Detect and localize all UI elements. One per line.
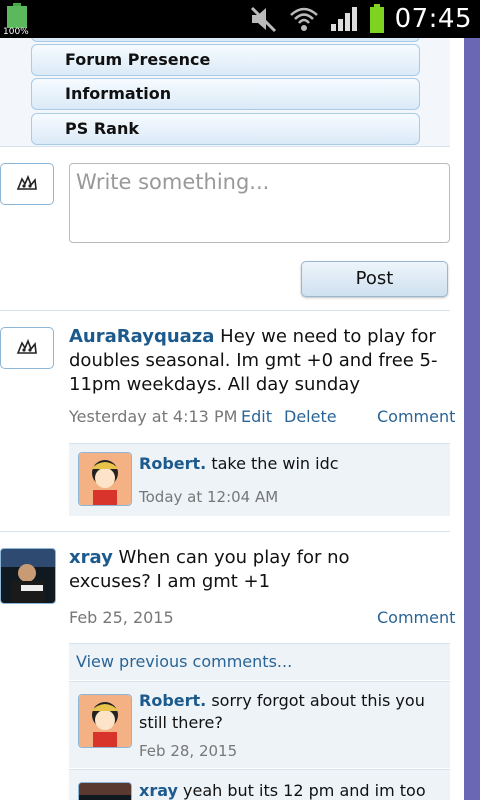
post-author[interactable]: xray [69, 547, 113, 568]
divider [0, 531, 450, 532]
divider [0, 310, 450, 311]
post-time: Yesterday at 4:13 PM [69, 407, 238, 426]
post-author-avatar[interactable] [0, 548, 56, 604]
reply-message: xray yeah but its 12 pm and im too tired [139, 780, 439, 800]
delete-link[interactable]: Delete [284, 407, 337, 426]
post-author-avatar[interactable] [0, 327, 54, 369]
reply: Robert. sorry forgot about this you stil… [69, 681, 450, 768]
edit-link[interactable]: Edit [241, 407, 272, 426]
post-message: xray When can you play for no excuses? I… [69, 546, 429, 594]
menu-item-ps-rank[interactable]: PS Rank [31, 113, 420, 145]
post-time: Feb 25, 2015 [69, 608, 174, 627]
post-message: AuraRayquaza Hey we need to play for dou… [69, 325, 451, 397]
comment-link[interactable]: Comment [377, 407, 455, 426]
photo-avatar-icon [1, 549, 55, 603]
status-icons: 07:45 [249, 2, 472, 36]
charging-battery-icon [369, 4, 384, 33]
reply-author[interactable]: Robert. [139, 691, 206, 710]
menu-item-previous[interactable] [31, 38, 420, 42]
reply-message: Robert. sorry forgot about this you stil… [139, 690, 439, 734]
reply-message: Robert. take the win idc [139, 453, 339, 475]
anime-avatar-icon [79, 695, 131, 747]
signal-icon [330, 7, 357, 31]
content: Forum Presence Information PS Rank Post … [0, 38, 464, 800]
profile-menu: Forum Presence Information PS Rank [0, 38, 450, 147]
comment-link[interactable]: Comment [377, 608, 455, 627]
side-band [464, 38, 480, 800]
wifi-icon [289, 7, 318, 31]
reply-text: yeah but its 12 pm and im too tired [183, 781, 426, 800]
battery-percent: 100% [3, 27, 29, 37]
view-previous-comments-row: View previous comments... [69, 643, 450, 680]
reply-author[interactable]: xray [139, 781, 178, 800]
write-something-input[interactable] [69, 163, 450, 243]
reply-text: take the win idc [206, 454, 339, 473]
reply-time: Today at 12:04 AM [139, 488, 279, 506]
reply-author[interactable]: Robert. [139, 454, 206, 473]
photo-avatar-icon [79, 783, 131, 800]
reply-author-avatar[interactable] [78, 452, 132, 506]
reply: xray yeah but its 12 pm and im too tired [69, 769, 450, 800]
rayquaza-avatar-icon [16, 174, 37, 190]
reply-author-avatar[interactable] [78, 694, 132, 748]
current-user-avatar [0, 163, 54, 205]
rayquaza-avatar-icon [16, 338, 37, 354]
view-previous-comments-link[interactable]: View previous comments... [76, 652, 292, 671]
menu-item-information[interactable]: Information [31, 78, 420, 110]
reply: Robert. take the win idc Today at 12:04 … [69, 443, 450, 516]
mute-icon [250, 6, 276, 33]
post-author[interactable]: AuraRayquaza [69, 326, 214, 347]
clock: 07:45 [394, 4, 472, 34]
reply-time: Feb 28, 2015 [139, 742, 238, 760]
reply-author-avatar[interactable] [78, 782, 132, 800]
anime-avatar-icon [79, 453, 131, 505]
menu-item-forum-presence[interactable]: Forum Presence [31, 44, 420, 76]
post-button[interactable]: Post [301, 261, 448, 297]
battery-icon: 100% [3, 3, 29, 37]
status-bar: 100% 07:45 [0, 0, 480, 38]
